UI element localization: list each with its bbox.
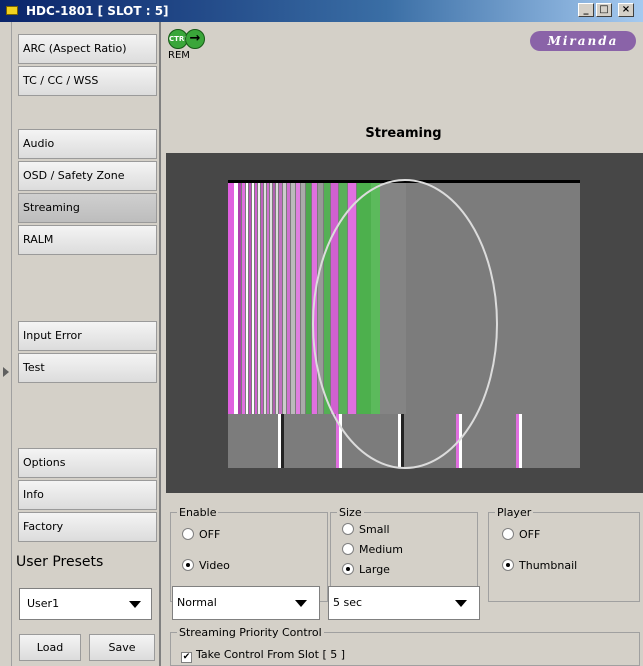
arrow-right-icon[interactable]: → [185, 29, 205, 49]
size-large-radio[interactable]: Large [342, 563, 390, 576]
player-group: Player [488, 506, 640, 602]
window-title: HDC-1801 [ SLOT : 5] [26, 4, 169, 18]
expand-arrow-icon[interactable] [3, 367, 9, 377]
close-button[interactable]: × [618, 3, 634, 17]
size-legend: Size [339, 506, 362, 519]
app-icon [6, 6, 18, 15]
radio-on-icon [502, 559, 514, 571]
enable-video-label: Video [199, 559, 230, 572]
player-off-radio[interactable]: OFF [502, 528, 540, 541]
user-preset-value: User1 [27, 597, 60, 610]
title-bar: HDC-1801 [ SLOT : 5] _ □ × [0, 0, 643, 22]
interval-select[interactable]: 5 sec [328, 586, 480, 620]
save-button[interactable]: Save [89, 634, 155, 661]
enable-off-radio[interactable]: OFF [182, 528, 220, 541]
enable-off-label: OFF [199, 528, 221, 541]
quality-value: Normal [177, 596, 217, 609]
enable-video-radio[interactable]: Video [182, 559, 230, 572]
player-thumbnail-radio[interactable]: Thumbnail [502, 559, 577, 572]
sidebar: ARC (Aspect Ratio) TC / CC / WSS Audio O… [13, 22, 161, 666]
size-medium-radio[interactable]: Medium [342, 543, 403, 556]
checkmark-icon: ✔ [181, 652, 192, 663]
rem-label: REM [168, 50, 190, 61]
quality-select[interactable]: Normal [172, 586, 320, 620]
user-presets-label: User Presets [16, 554, 104, 570]
main-panel: CTRL → REM Miranda Streaming Enable OFF … [164, 22, 643, 666]
radio-on-icon [342, 563, 354, 575]
take-control-checkbox[interactable]: ✔ Take Control From Slot [ 5 ] [181, 648, 345, 663]
sidebar-item-info[interactable]: Info [18, 480, 157, 510]
maximize-button[interactable]: □ [596, 3, 612, 17]
size-medium-label: Medium [359, 543, 403, 556]
size-large-label: Large [359, 563, 390, 576]
load-button[interactable]: Load [19, 634, 81, 661]
sidebar-item-osd[interactable]: OSD / Safety Zone [18, 161, 157, 191]
priority-legend: Streaming Priority Control [179, 626, 322, 639]
sidebar-item-options[interactable]: Options [18, 448, 157, 478]
minimize-button[interactable]: _ [578, 3, 594, 17]
sidebar-item-test[interactable]: Test [18, 353, 157, 383]
enable-legend: Enable [179, 506, 217, 519]
sidebar-item-streaming[interactable]: Streaming [18, 193, 157, 223]
sidebar-item-arc[interactable]: ARC (Aspect Ratio) [18, 34, 157, 64]
radio-on-icon [182, 559, 194, 571]
sidebar-item-tc-cc-wss[interactable]: TC / CC / WSS [18, 66, 157, 96]
player-legend: Player [497, 506, 532, 519]
player-off-label: OFF [519, 528, 541, 541]
stream-preview [166, 153, 643, 493]
player-thumbnail-label: Thumbnail [519, 559, 578, 572]
size-small-radio[interactable]: Small [342, 523, 390, 536]
chevron-down-icon [295, 600, 307, 607]
size-small-label: Small [359, 523, 390, 536]
sidebar-item-audio[interactable]: Audio [18, 129, 157, 159]
collapse-strip[interactable] [0, 22, 12, 666]
radio-off-icon [502, 528, 514, 540]
user-preset-select[interactable]: User1 [19, 588, 152, 620]
take-control-label: Take Control From Slot [ 5 ] [196, 648, 346, 661]
radio-off-icon [342, 523, 354, 535]
chevron-down-icon [129, 601, 141, 608]
miranda-logo: Miranda [530, 31, 636, 51]
page-title: Streaming [365, 126, 442, 141]
sidebar-item-ralm[interactable]: RALM [18, 225, 157, 255]
radio-off-icon [342, 543, 354, 555]
sidebar-item-input-error[interactable]: Input Error [18, 321, 157, 351]
chevron-down-icon [455, 600, 467, 607]
preview-image [228, 179, 580, 469]
interval-value: 5 sec [333, 596, 363, 609]
radio-off-icon [182, 528, 194, 540]
sidebar-item-factory[interactable]: Factory [18, 512, 157, 542]
